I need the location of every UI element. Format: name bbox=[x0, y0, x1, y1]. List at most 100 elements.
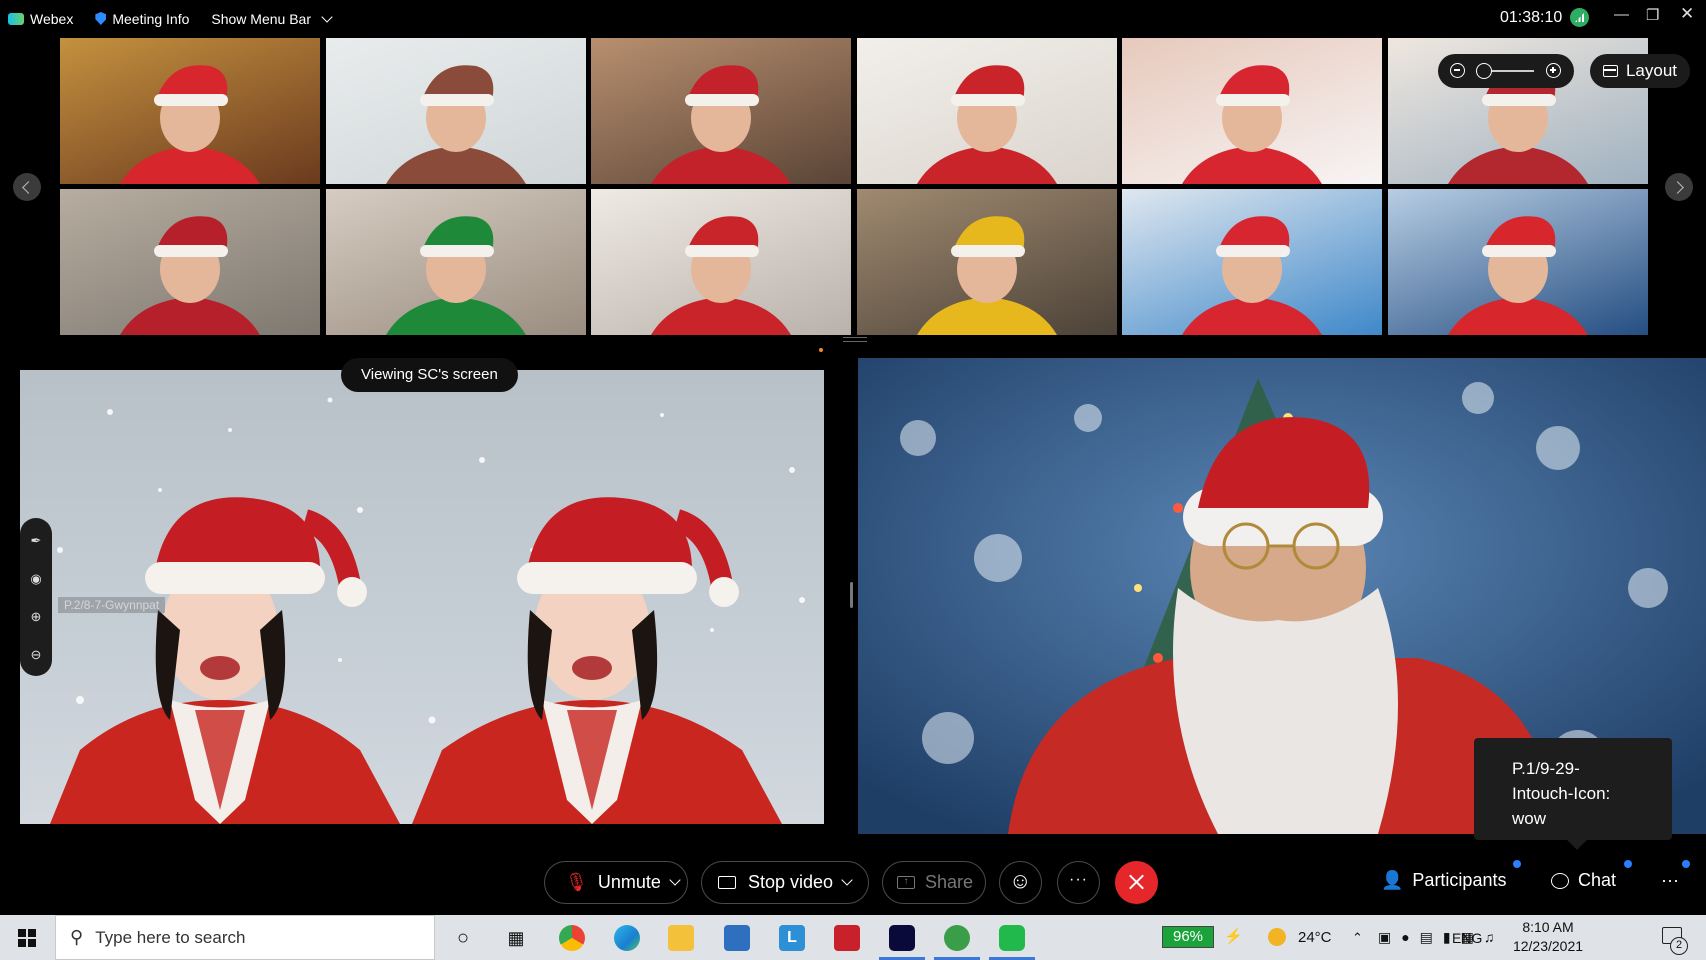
taskbar-search-box[interactable]: ⚲ Type here to search bbox=[55, 915, 435, 960]
green-app-icon[interactable] bbox=[944, 925, 970, 951]
participant-tile[interactable] bbox=[326, 189, 586, 335]
zoom-in-icon[interactable] bbox=[1546, 63, 1561, 78]
chevron-down-icon[interactable] bbox=[669, 874, 681, 886]
clock-time: 8:10 AM bbox=[1522, 919, 1574, 935]
chrome-icon[interactable] bbox=[559, 925, 585, 951]
reactions-button[interactable]: ☺ bbox=[999, 861, 1042, 904]
participants-label: Participants bbox=[1412, 870, 1507, 890]
close-icon[interactable]: ✕ bbox=[1680, 4, 1694, 24]
meeting-timer: 01:38:10 bbox=[1500, 9, 1563, 26]
unmute-button[interactable]: 🎙 Unmute bbox=[544, 861, 688, 904]
clock-date: 12/23/2021 bbox=[1512, 938, 1584, 954]
end-meeting-button[interactable] bbox=[1115, 861, 1158, 904]
ellipsis-icon: ··· bbox=[1069, 871, 1088, 888]
participant-tile[interactable] bbox=[591, 38, 851, 184]
more-panels-icon[interactable]: ··· bbox=[1661, 870, 1679, 891]
participant-video-figure bbox=[386, 65, 526, 184]
share-label: Share bbox=[925, 872, 974, 892]
participant-gallery bbox=[60, 38, 1648, 335]
participant-tile[interactable] bbox=[857, 189, 1117, 335]
input-language[interactable]: ENG bbox=[1452, 915, 1482, 960]
l-app-icon[interactable]: L bbox=[779, 925, 805, 951]
stop-video-label: Stop video bbox=[748, 872, 834, 892]
chevron-down-icon[interactable] bbox=[841, 874, 853, 886]
edge-icon[interactable] bbox=[614, 925, 640, 951]
meeting-controls: 🎙 Unmute Stop video ↑ Share ☺ ··· 👤 Part… bbox=[0, 850, 1706, 915]
battery-indicator[interactable]: 96% bbox=[1162, 926, 1214, 948]
viewing-screen-label: Viewing SC's screen bbox=[341, 358, 518, 392]
activity-dot bbox=[819, 348, 823, 352]
participant-video-figure bbox=[917, 216, 1057, 335]
mcafee-icon[interactable] bbox=[834, 925, 860, 951]
participant-video-figure bbox=[917, 65, 1057, 184]
windows-taskbar: ⚲ Type here to search ○ ▦ L 96% ⚡ 24°C ⌃… bbox=[0, 915, 1706, 960]
participant-reaction-tooltip: P.1/9-29- Intouch-Icon: wow bbox=[1474, 738, 1672, 840]
task-view-icon[interactable]: ▦ bbox=[503, 925, 529, 951]
gallery-prev-arrow[interactable] bbox=[13, 173, 41, 201]
restore-icon[interactable]: ❐ bbox=[1646, 6, 1659, 24]
webex-brand[interactable]: Webex bbox=[8, 11, 73, 27]
muted-mic-icon: 🎙 bbox=[565, 872, 588, 892]
chat-label: Chat bbox=[1578, 870, 1617, 890]
chevron-down-icon bbox=[321, 10, 333, 23]
minimize-icon[interactable]: — bbox=[1614, 6, 1629, 23]
participant-tile[interactable] bbox=[1122, 189, 1382, 335]
zoom-out-icon[interactable] bbox=[1450, 63, 1465, 78]
chat-bubble-icon bbox=[1551, 872, 1569, 889]
layout-label: Layout bbox=[1625, 61, 1678, 80]
more-options-button[interactable]: ··· bbox=[1057, 861, 1100, 904]
annotate-pen-icon[interactable]: ✒ bbox=[29, 534, 43, 548]
gallery-zoom-control[interactable] bbox=[1438, 54, 1574, 88]
participant-tile[interactable] bbox=[1122, 38, 1382, 184]
chat-button[interactable]: Chat bbox=[1551, 870, 1616, 891]
tooltip-line-1: P.1/9-29- bbox=[1512, 759, 1580, 778]
zoom-out-icon[interactable]: ⊖ bbox=[29, 648, 43, 662]
chat-notify-dot bbox=[1624, 860, 1632, 868]
participant-tile[interactable] bbox=[60, 38, 320, 184]
network-health-icon[interactable] bbox=[1570, 8, 1589, 27]
remote-control-icon[interactable]: ◉ bbox=[29, 572, 43, 586]
webex-logo-icon bbox=[8, 12, 24, 25]
tray-chevron-up-icon[interactable]: ⌃ bbox=[1352, 915, 1363, 960]
weather-temp[interactable]: 24°C bbox=[1298, 915, 1332, 960]
mail-icon[interactable] bbox=[724, 925, 750, 951]
tooltip-line-2: Intouch-Icon: bbox=[1512, 784, 1611, 803]
tray-icons[interactable]: ▣●▤▮▦♫ bbox=[1378, 915, 1504, 960]
annotation-toolbar: ✒ ◉ ⊕ ⊖ bbox=[20, 518, 52, 676]
notification-count: 2 bbox=[1670, 937, 1688, 955]
system-clock[interactable]: 8:10 AM 12/23/2021 bbox=[1508, 918, 1588, 956]
participant-tile[interactable] bbox=[1388, 189, 1648, 335]
zoom-slider-knob[interactable] bbox=[1476, 63, 1492, 79]
meeting-info-button[interactable]: Meeting Info bbox=[95, 11, 189, 27]
app-name: Webex bbox=[30, 10, 74, 27]
unmute-label: Unmute bbox=[597, 872, 661, 892]
split-resize-handle[interactable] bbox=[850, 582, 853, 608]
show-menu-bar-button[interactable]: Show Menu Bar bbox=[211, 10, 333, 27]
weather-sun-icon[interactable] bbox=[1268, 928, 1286, 946]
video-camera-icon bbox=[718, 876, 736, 889]
participants-notify-dot bbox=[1513, 860, 1521, 868]
file-explorer-icon[interactable] bbox=[668, 925, 694, 951]
participant-tile[interactable] bbox=[60, 189, 320, 335]
stop-video-button[interactable]: Stop video bbox=[701, 861, 869, 904]
participant-tile[interactable] bbox=[591, 189, 851, 335]
layout-icon bbox=[1602, 65, 1618, 77]
participant-tile[interactable] bbox=[857, 38, 1117, 184]
gallery-next-arrow[interactable] bbox=[1665, 173, 1693, 201]
more-notify-dot bbox=[1682, 860, 1690, 868]
meeting-info-label: Meeting Info bbox=[112, 10, 190, 27]
webex-taskbar-icon[interactable] bbox=[889, 925, 915, 951]
share-button[interactable]: ↑ Share bbox=[882, 861, 986, 904]
participant-tile[interactable] bbox=[326, 38, 586, 184]
windows-start-icon[interactable] bbox=[18, 929, 36, 947]
participants-button[interactable]: 👤 Participants bbox=[1381, 870, 1506, 891]
layout-button[interactable]: Layout bbox=[1590, 54, 1690, 88]
participant-video-figure bbox=[1182, 216, 1322, 335]
stage-resize-handle[interactable] bbox=[843, 337, 867, 342]
search-placeholder: Type here to search bbox=[95, 927, 246, 947]
zoom-in-icon[interactable]: ⊕ bbox=[29, 610, 43, 624]
line-app-icon[interactable] bbox=[999, 925, 1025, 951]
meeting-menu-bar: Webex Meeting Info Show Menu Bar 01:38:1… bbox=[0, 0, 1706, 37]
cortana-icon[interactable]: ○ bbox=[450, 925, 476, 951]
shield-icon bbox=[95, 12, 107, 25]
